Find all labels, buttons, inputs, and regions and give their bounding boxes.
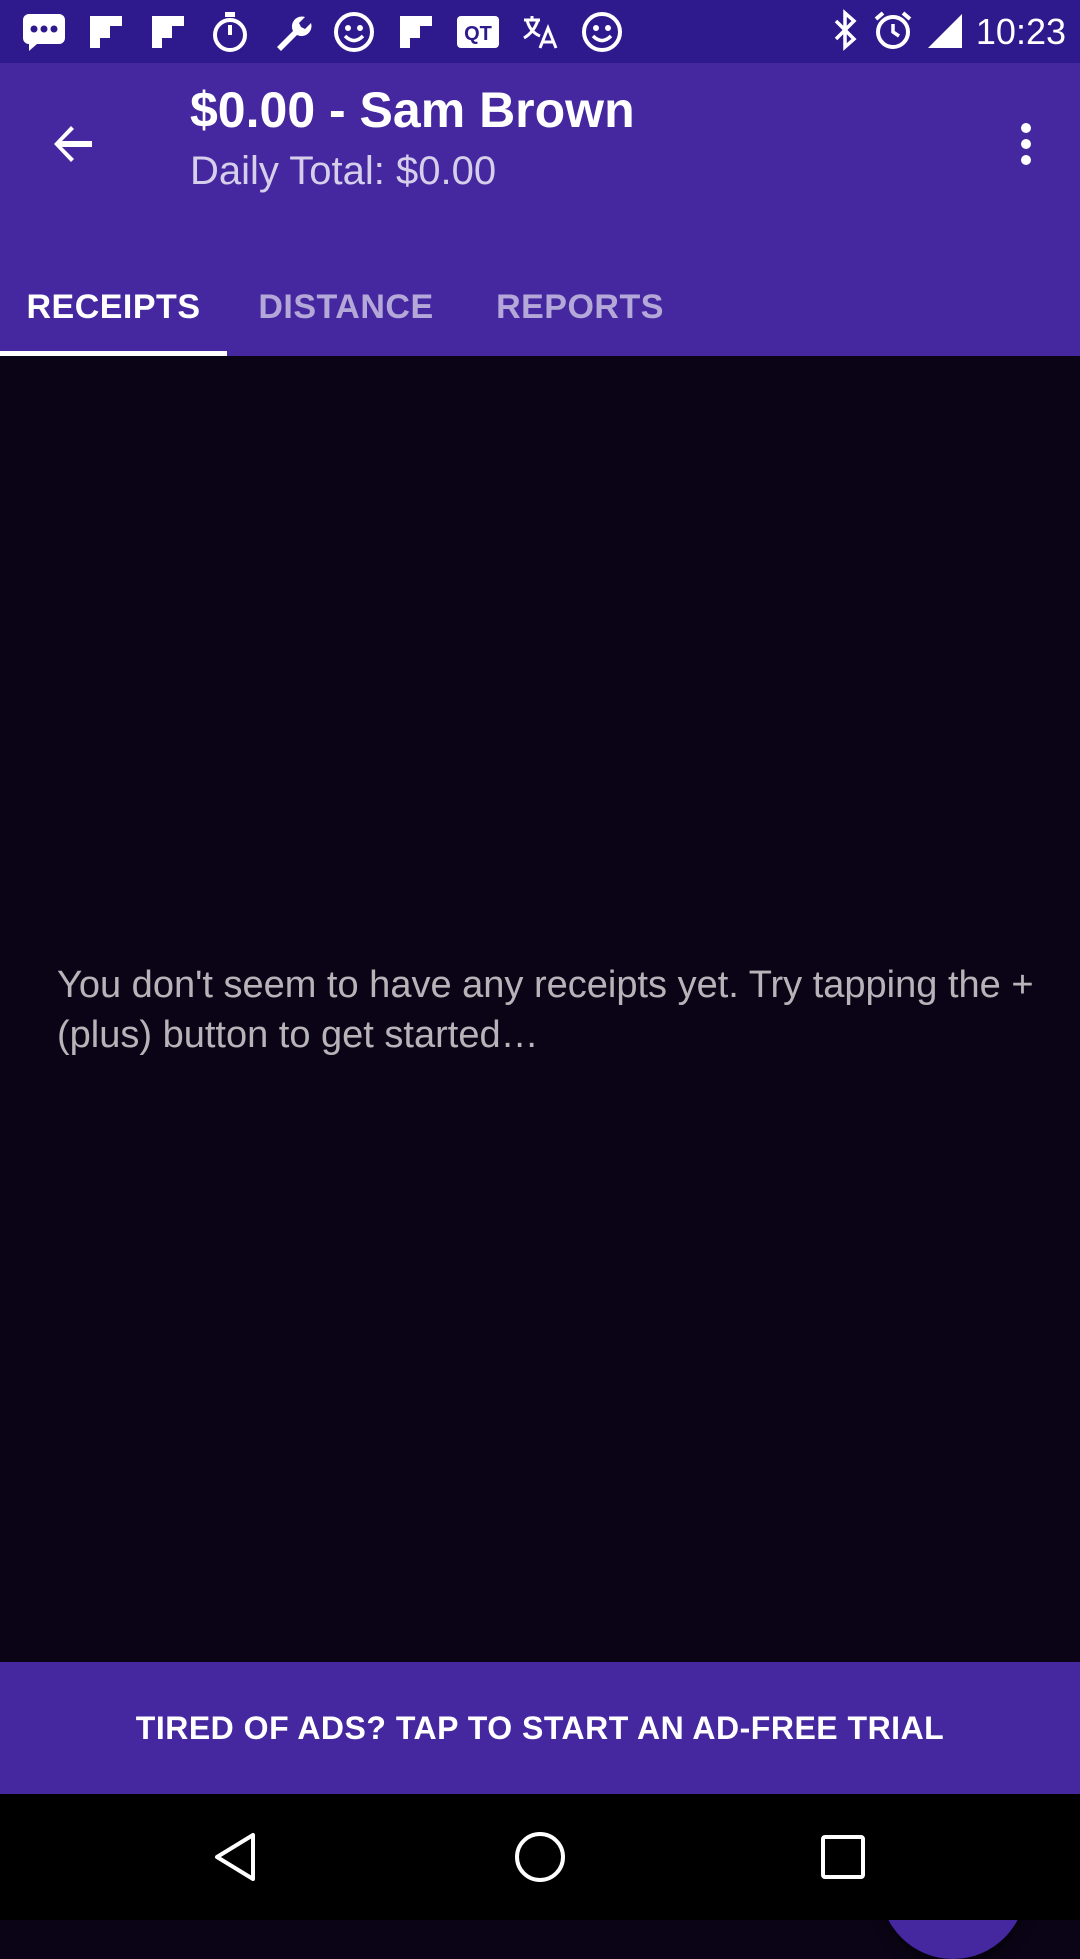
back-button[interactable] bbox=[40, 111, 106, 177]
stopwatch-icon bbox=[206, 8, 254, 56]
flipboard-icon bbox=[82, 8, 130, 56]
receipts-list: You don't seem to have any receipts yet.… bbox=[0, 356, 1080, 1959]
svg-text:QT: QT bbox=[464, 23, 492, 45]
tab-reports[interactable]: REPORTS bbox=[465, 258, 695, 356]
translate-icon bbox=[516, 8, 564, 56]
page-title: $0.00 - Sam Brown bbox=[190, 82, 635, 138]
empty-state-message: You don't seem to have any receipts yet.… bbox=[57, 964, 1034, 1056]
nav-back-button[interactable] bbox=[197, 1817, 277, 1897]
navigation-bar bbox=[0, 1794, 1080, 1920]
tab-bar: RECEIPTS DISTANCE REPORTS bbox=[0, 258, 695, 356]
bluetooth-icon bbox=[830, 8, 860, 56]
arrow-back-icon bbox=[54, 126, 92, 162]
flipboard-icon bbox=[392, 8, 440, 56]
app-bar: $0.00 - Sam Brown Daily Total: $0.00 REC… bbox=[0, 63, 1080, 356]
smiley-icon bbox=[330, 8, 378, 56]
square-recents-icon bbox=[821, 1835, 865, 1879]
wrench-icon bbox=[268, 8, 316, 56]
status-bar: QT 10:23 bbox=[0, 0, 1080, 63]
tab-receipts[interactable]: RECEIPTS bbox=[0, 258, 227, 356]
more-vert-icon bbox=[1021, 123, 1031, 165]
circle-home-icon bbox=[515, 1832, 565, 1882]
notification-icons: QT bbox=[20, 8, 626, 56]
signal-icon bbox=[926, 10, 964, 55]
smiley-icon bbox=[578, 8, 626, 56]
alarm-icon bbox=[872, 9, 914, 56]
page-subtitle: Daily Total: $0.00 bbox=[190, 149, 497, 193]
tab-distance[interactable]: DISTANCE bbox=[227, 258, 465, 356]
triangle-back-icon bbox=[215, 1833, 255, 1881]
clock: 10:23 bbox=[975, 11, 1066, 52]
qr-icon: QT bbox=[454, 8, 502, 56]
system-icons: 10:23 bbox=[830, 8, 1066, 56]
overflow-menu-button[interactable] bbox=[996, 109, 1056, 179]
ad-free-trial-banner[interactable]: TIRED OF ADS? TAP TO START AN AD-FREE TR… bbox=[0, 1662, 1080, 1794]
nav-recents-button[interactable] bbox=[803, 1817, 883, 1897]
chat-icon bbox=[20, 8, 68, 56]
flipboard-icon bbox=[144, 8, 192, 56]
nav-home-button[interactable] bbox=[500, 1817, 580, 1897]
